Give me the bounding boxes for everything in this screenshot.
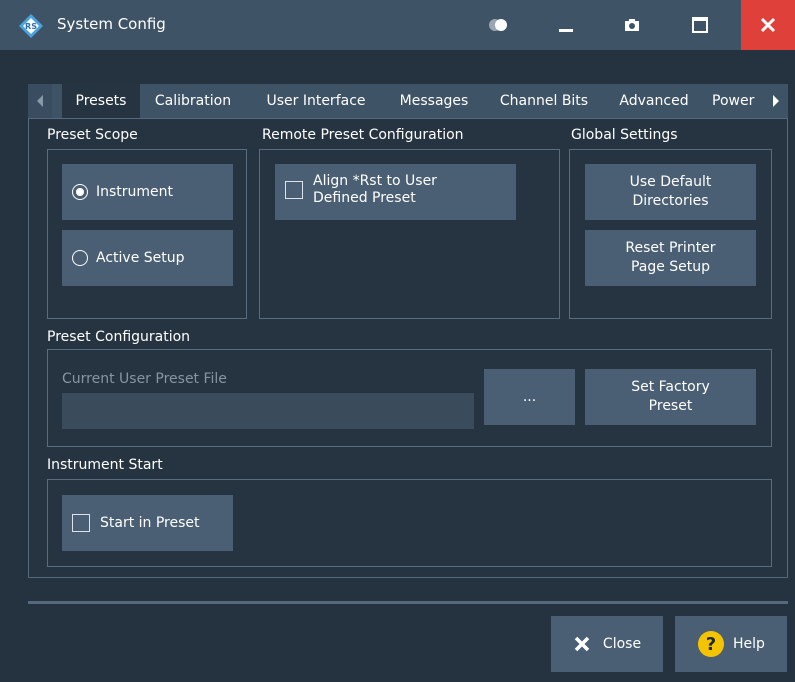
preset-scope-label: Preset Scope [47,127,138,143]
tab-calibration[interactable]: Calibration [143,84,243,118]
active-setup-label: Active Setup [96,250,185,266]
current-user-preset-file-label: Current User Preset File [62,371,227,387]
minimize-button[interactable] [546,0,586,50]
toggle-theme-button[interactable] [478,0,518,50]
use-default-directories-button[interactable]: Use Default Directories [585,164,756,220]
screenshot-button[interactable] [612,0,652,50]
tab-messages[interactable]: Messages [388,84,480,118]
start-in-preset-label: Start in Preset [100,515,200,531]
toggle-icon [489,19,507,31]
title-bar: RS System Config [0,0,795,50]
tab-label: Calibration [154,93,232,109]
set-factory-preset-button[interactable]: Set Factory Preset [585,369,756,425]
tab-user-interface[interactable]: User Interface [252,84,380,118]
use-default-line2: Directories [632,193,709,209]
preset-configuration-label: Preset Configuration [47,329,191,345]
svg-text:?: ? [706,634,716,655]
dialog-content: Presets Calibration User Interface Messa… [0,50,795,682]
radio-unselected-icon [72,250,88,266]
instrument-label: Instrument [96,184,174,200]
camera-icon [625,19,639,31]
chevron-left-icon [37,95,43,107]
checkbox-icon [72,514,90,532]
tab-scroll-left-button[interactable] [28,84,52,118]
help-icon: ? [698,631,725,657]
footer-divider [28,601,788,604]
close-label: Close [602,636,642,652]
tab-bar: Presets Calibration User Interface Messa… [28,84,788,118]
tab-channel-bits[interactable]: Channel Bits [488,84,600,118]
factory-line1: Set Factory [631,379,710,395]
instrument-radio[interactable]: Instrument [62,164,233,220]
presets-panel: Preset Scope Instrument Active Setup Rem… [28,118,788,578]
window-title: System Config [57,15,166,33]
tab-label: Power [712,93,755,109]
tab-power[interactable]: Power [708,84,764,118]
align-rst-checkbox[interactable]: Align *Rst to User Defined Preset [275,164,516,220]
remote-preset-label: Remote Preset Configuration [262,127,464,143]
close-icon [760,17,776,33]
start-in-preset-checkbox[interactable]: Start in Preset [62,495,233,551]
tab-presets[interactable]: Presets [62,84,140,118]
reset-printer-label: Reset Printer Page Setup [625,239,715,277]
checkbox-icon [285,181,303,199]
minimize-icon [559,29,573,32]
rohde-schwarz-logo-icon: RS [19,14,43,38]
browse-button[interactable]: ... [484,369,575,425]
tab-label: User Interface [266,93,366,109]
tab-label: Channel Bits [499,93,589,109]
close-button[interactable]: Close [551,616,663,672]
maximize-button[interactable] [680,0,720,50]
align-rst-line2: Defined Preset [313,190,416,206]
radio-selected-icon [72,184,88,200]
reset-printer-line2: Page Setup [630,259,711,275]
help-button[interactable]: ? Help [675,616,787,672]
factory-line2: Preset [648,398,693,414]
close-icon [574,636,590,652]
instrument-start-label: Instrument Start [47,457,163,473]
chevron-right-icon [773,95,779,107]
window-close-button[interactable] [741,0,795,50]
tab-advanced[interactable]: Advanced [606,84,702,118]
global-settings-label: Global Settings [571,127,678,143]
browse-label: ... [522,388,537,405]
set-factory-preset-label: Set Factory Preset [631,378,710,416]
align-rst-line1: Align *Rst to User [313,173,437,189]
svg-text:RS: RS [25,22,37,31]
maximize-icon [692,17,708,33]
active-setup-radio[interactable]: Active Setup [62,230,233,286]
help-label: Help [733,636,765,652]
reset-printer-line1: Reset Printer [625,240,716,256]
tab-label: Presets [75,93,127,109]
tab-label: Messages [399,93,469,109]
align-rst-label: Align *Rst to User Defined Preset [313,173,437,207]
use-default-line1: Use Default [629,174,712,190]
current-user-preset-file-field[interactable] [62,393,474,429]
reset-printer-page-setup-button[interactable]: Reset Printer Page Setup [585,230,756,286]
tab-scroll-right-button[interactable] [764,84,788,118]
tab-label: Advanced [619,93,689,109]
use-default-directories-label: Use Default Directories [630,173,712,211]
